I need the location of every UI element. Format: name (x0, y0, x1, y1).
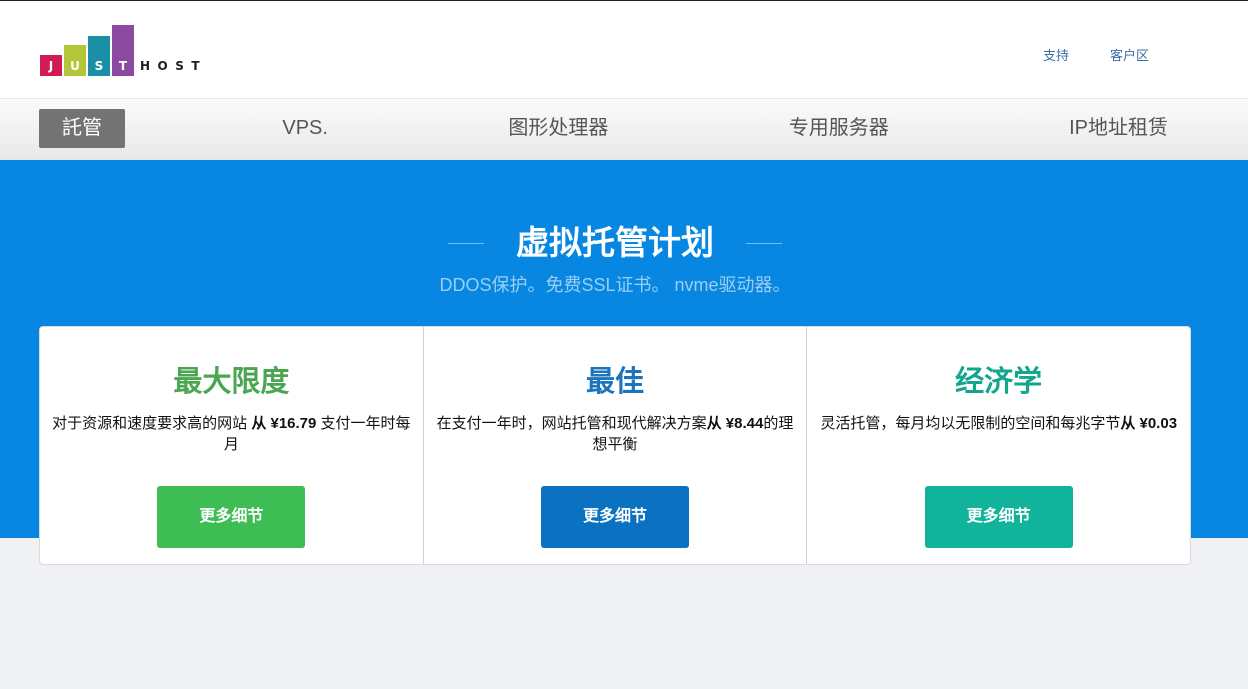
plan-card-optimal: 最佳 在支付一年时，网站托管和现代解决方案从 ¥8.44的理想平衡 更多细节 (422, 327, 807, 564)
logo-bar-j: J (40, 55, 62, 76)
plan-title: 最大限度 (173, 366, 290, 398)
logo-letter: S (94, 59, 104, 73)
title-decor-line-right (746, 242, 782, 244)
logo-letter: U (70, 59, 80, 73)
plan-price: 从 ¥8.44 (706, 415, 764, 432)
nav-item-dedicated-servers[interactable]: 专用服务器 (766, 109, 912, 148)
logo-bar-u: U (64, 45, 86, 76)
plan-desc-text: 对于资源和速度要求高的网站 (52, 415, 252, 432)
plan-card-economy: 经济学 灵活托管，每月均以无限制的空间和每兆字节从 ¥0.03 更多细节 (806, 327, 1190, 564)
plan-price: 从 ¥0.03 (1120, 415, 1178, 432)
justhost-logo[interactable]: J U S T HOST (40, 25, 210, 76)
plan-cards: 最大限度 对于资源和速度要求高的网站 从 ¥16.79 支付一年时每月 更多细节… (39, 326, 1191, 565)
plan-title: 经济学 (955, 366, 1043, 398)
client-area-link[interactable]: 客户区 (1110, 48, 1149, 64)
plan-title: 最佳 (586, 366, 645, 398)
site-header: J U S T HOST 支持 客户区 (0, 1, 1248, 98)
logo-letter: J (48, 59, 54, 73)
plan-description: 对于资源和速度要求高的网站 从 ¥16.79 支付一年时每月 (40, 413, 423, 455)
title-decor-line-left (448, 242, 484, 244)
more-details-button[interactable]: 更多细节 (924, 486, 1073, 548)
plan-description: 在支付一年时，网站托管和现代解决方案从 ¥8.44的理想平衡 (424, 413, 807, 455)
page-subtitle: DDOS保护。免费SSL证书。 nvme驱动器。 (439, 275, 791, 295)
nav-item-vps[interactable]: VPS. (259, 109, 351, 148)
support-link[interactable]: 支持 (1043, 48, 1069, 64)
logo-suffix: HOST (140, 59, 208, 73)
plan-desc-text: 灵活托管，每月均以无限制的空间和每兆字节 (820, 415, 1121, 432)
nav-items: 託管 VPS. 图形处理器 专用服务器 IP地址租赁 (39, 109, 1191, 148)
plan-price: 从 ¥16.79 (251, 415, 317, 432)
more-details-button[interactable]: 更多细节 (157, 486, 306, 548)
logo-letter: T (118, 59, 128, 73)
logo-bar-t: T (112, 25, 134, 76)
nav-item-ip-rental[interactable]: IP地址租赁 (1046, 109, 1191, 148)
logo-bar-s: S (88, 36, 110, 76)
plan-description: 灵活托管，每月均以无限制的空间和每兆字节从 ¥0.03 (807, 413, 1190, 434)
page-title: 虚拟托管计划 (516, 224, 714, 261)
nav-item-hosting[interactable]: 託管 (39, 109, 125, 148)
hero-title-row: 虚拟托管计划 (39, 223, 1191, 263)
plan-desc-text: 在支付一年时，网站托管和现代解决方案 (436, 415, 707, 432)
plan-card-maximum: 最大限度 对于资源和速度要求高的网站 从 ¥16.79 支付一年时每月 更多细节 (40, 327, 423, 564)
nav-item-gpu[interactable]: 图形处理器 (485, 109, 631, 148)
main-nav: 託管 VPS. 图形处理器 专用服务器 IP地址租赁 (0, 98, 1248, 160)
more-details-button[interactable]: 更多细节 (541, 486, 689, 548)
